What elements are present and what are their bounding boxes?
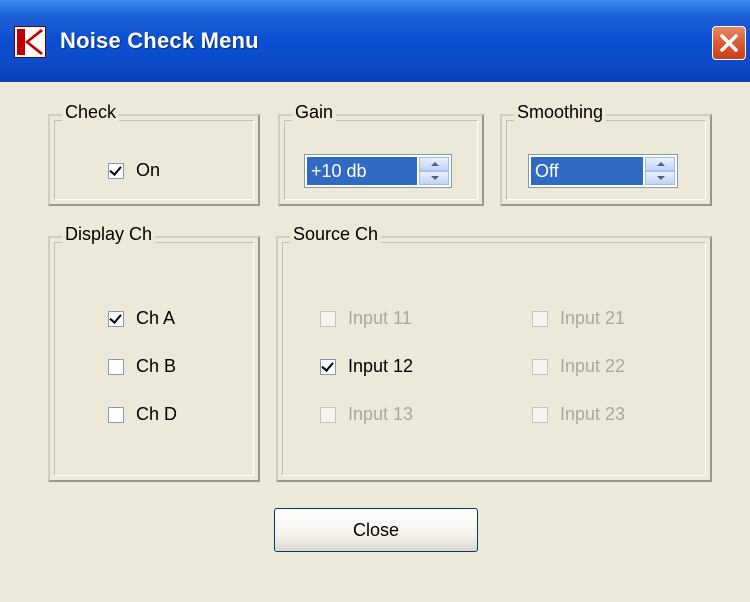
source-input-13-checkbox[interactable]: Input 13 [320,404,413,425]
display-ch-d-label: Ch D [136,404,178,424]
source-input-11-box[interactable] [320,310,336,327]
display-ch-b-label: Ch B [136,356,177,376]
display-ch-d-checkbox[interactable]: Ch D [108,404,177,425]
source-input-22-box[interactable] [532,358,548,375]
gain-down-button[interactable] [419,171,449,185]
arrow-up-icon [431,162,439,166]
source-input-21-box[interactable] [532,310,548,327]
smoothing-group: Smoothing Off [500,102,712,206]
gain-spinner[interactable]: +10 db [304,154,452,188]
source-input-12-label: Input 12 [348,356,414,376]
source-input-22-checkbox[interactable]: Input 22 [532,356,625,377]
window-close-button[interactable] [712,26,746,60]
display-ch-a-checkbox[interactable]: Ch A [108,308,175,329]
close-icon [720,34,738,52]
gain-up-button[interactable] [419,157,449,171]
check-group: Check On [48,102,260,206]
source-input-23-label: Input 23 [560,404,626,424]
source-input-12-box[interactable] [320,358,336,375]
source-input-21-checkbox[interactable]: Input 21 [532,308,625,329]
title-bar: Noise Check Menu [0,0,750,82]
smoothing-value[interactable]: Off [531,157,643,185]
source-input-11-checkbox[interactable]: Input 11 [320,308,412,329]
source-input-23-checkbox[interactable]: Input 23 [532,404,625,425]
display-ch-b-checkbox[interactable]: Ch B [108,356,176,377]
close-button[interactable]: Close [274,508,478,552]
source-input-21-label: Input 21 [560,308,626,328]
arrow-down-icon [657,176,665,180]
smoothing-down-button[interactable] [645,171,675,185]
check-on-checkbox[interactable]: On [108,160,160,181]
gain-group-label: Gain [292,102,337,123]
check-on-label: On [136,160,161,180]
source-ch-group: Source Ch Input 11 Input 12 Input 13 Inp… [276,224,712,482]
source-input-13-box[interactable] [320,406,336,423]
source-input-11-label: Input 11 [348,308,412,328]
display-ch-group-label: Display Ch [62,224,156,245]
check-group-label: Check [62,102,120,123]
display-ch-a-label: Ch A [136,308,176,328]
source-input-12-checkbox[interactable]: Input 12 [320,356,413,377]
display-ch-a-box[interactable] [108,310,124,327]
display-ch-group: Display Ch Ch A Ch B Ch D [48,224,260,482]
source-input-23-box[interactable] [532,406,548,423]
smoothing-spinner[interactable]: Off [528,154,678,188]
arrow-up-icon [657,162,665,166]
arrow-down-icon [431,176,439,180]
gain-value[interactable]: +10 db [307,157,417,185]
source-input-22-label: Input 22 [560,356,626,376]
display-ch-b-box[interactable] [108,358,124,375]
smoothing-up-button[interactable] [645,157,675,171]
display-ch-d-box[interactable] [108,406,124,423]
window-title: Noise Check Menu [60,28,259,53]
source-ch-group-label: Source Ch [290,224,382,245]
check-on-box[interactable] [108,162,124,179]
app-logo-icon [14,26,46,58]
gain-group: Gain +10 db [278,102,484,206]
source-input-13-label: Input 13 [348,404,414,424]
smoothing-group-label: Smoothing [514,102,607,123]
